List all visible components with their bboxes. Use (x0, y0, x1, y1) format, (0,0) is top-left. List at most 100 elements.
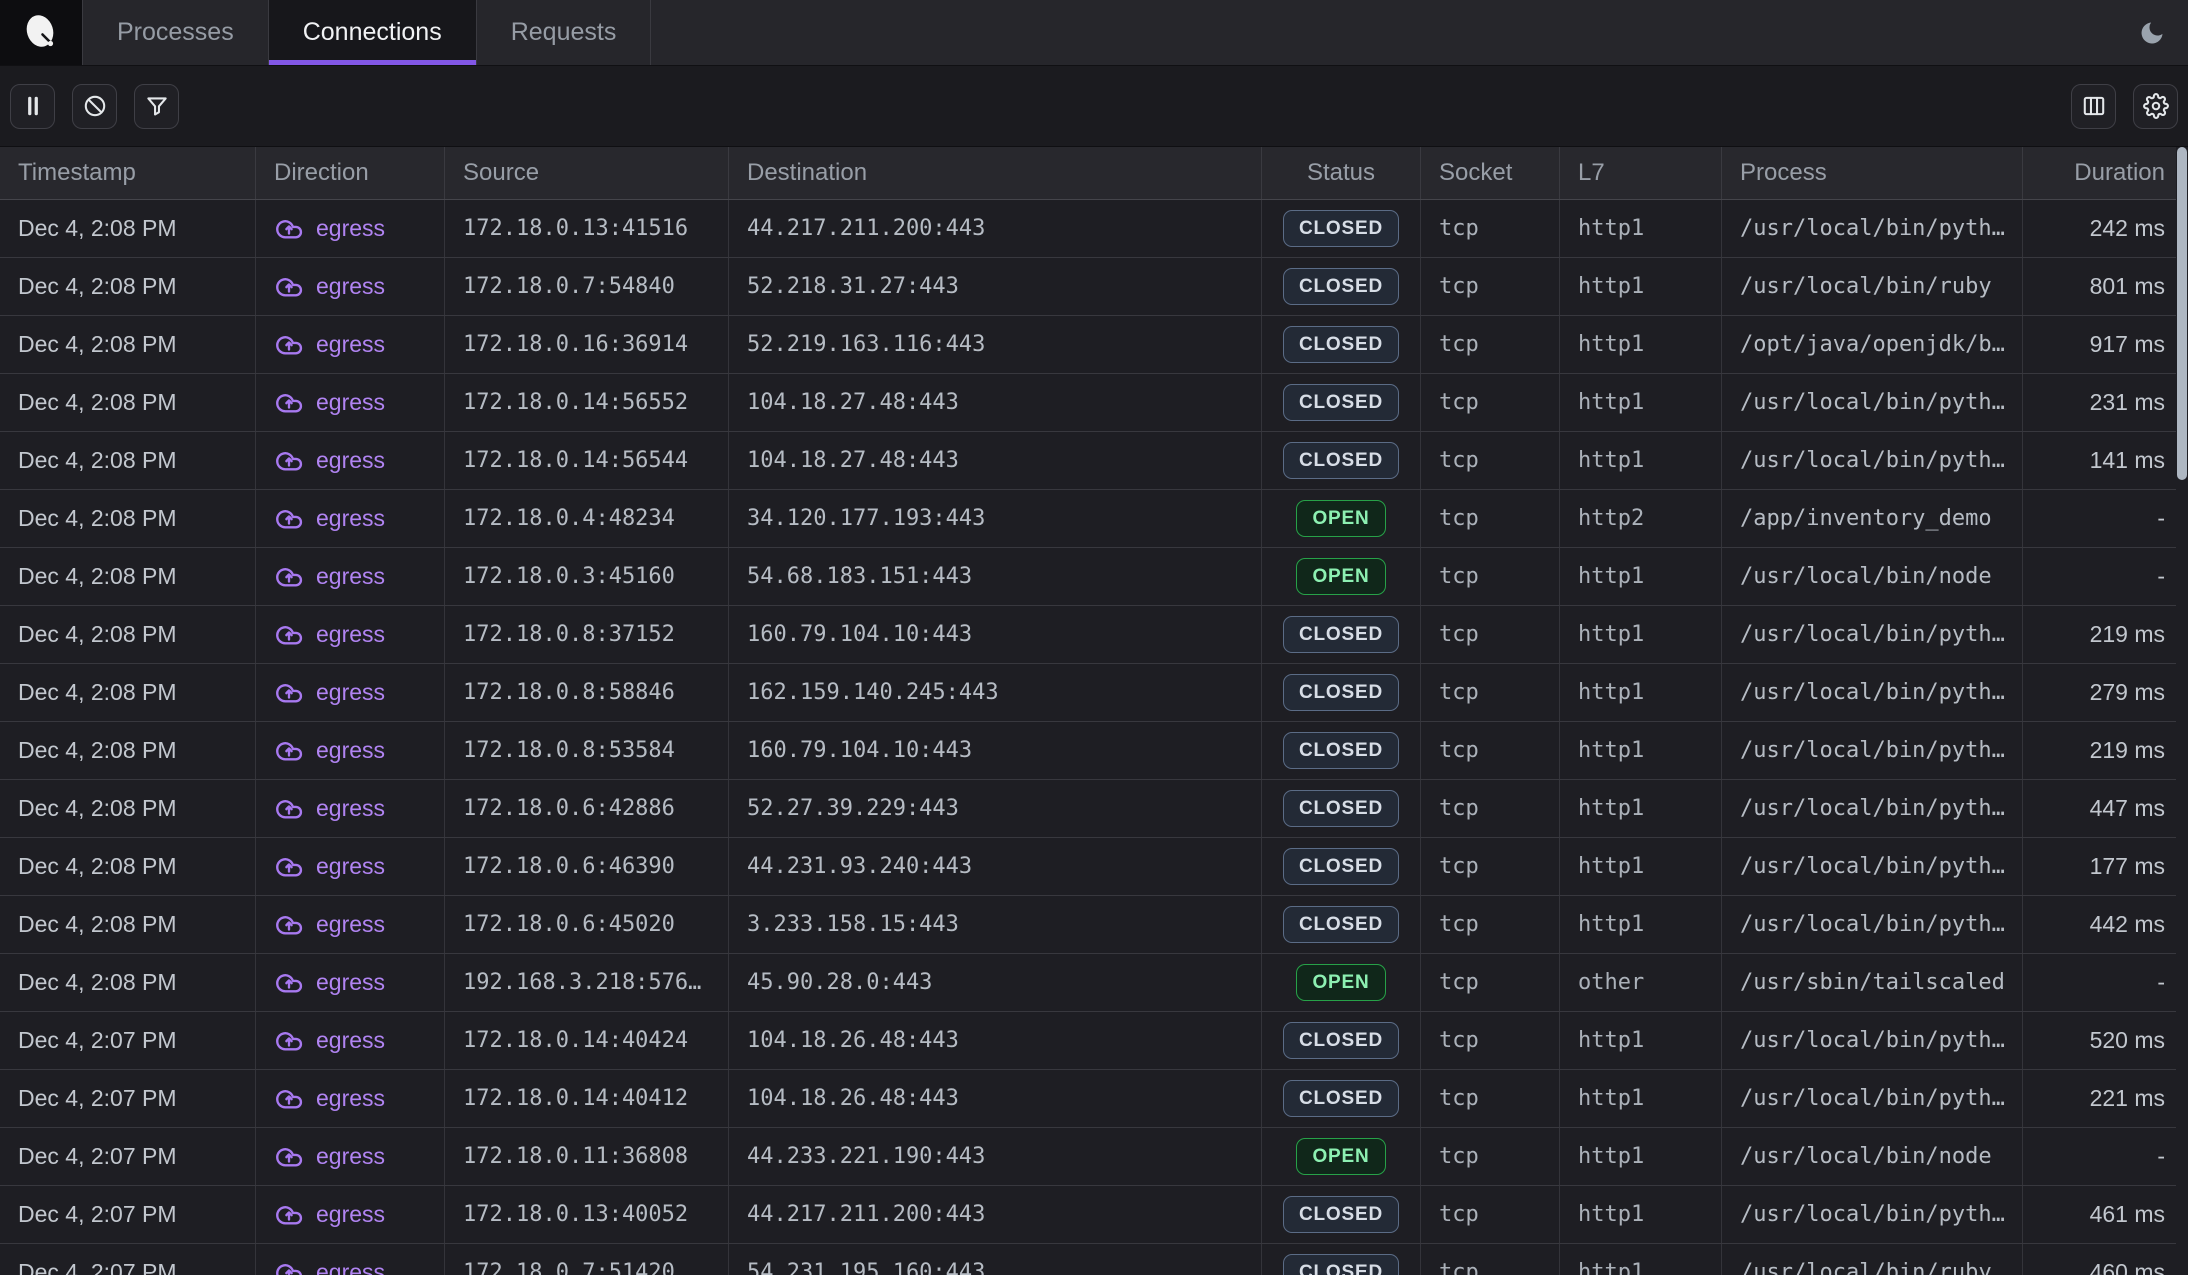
table-row[interactable]: Dec 4, 2:08 PMegress172.18.0.6:4639044.2… (0, 838, 2188, 896)
egress-icon (274, 968, 304, 998)
table-row[interactable]: Dec 4, 2:08 PMegress172.18.0.14:56552104… (0, 374, 2188, 432)
cell-process: /usr/local/bin/pyth… (1722, 664, 2023, 721)
status-badge: OPEN (1296, 1138, 1385, 1175)
cell-process: /opt/java/openjdk/b… (1722, 316, 2023, 373)
cell-destination: 44.217.211.200:443 (729, 200, 1262, 257)
cell-l7: http1 (1560, 722, 1722, 779)
cell-process: /usr/local/bin/node (1722, 548, 2023, 605)
cell-l7: http1 (1560, 1070, 1722, 1127)
direction-label: egress (316, 1027, 385, 1054)
cell-direction: egress (256, 374, 445, 431)
status-badge: CLOSED (1283, 384, 1399, 421)
cell-duration: - (2023, 1128, 2188, 1185)
table-row[interactable]: Dec 4, 2:07 PMegress172.18.0.11:3680844.… (0, 1128, 2188, 1186)
cell-socket: tcp (1421, 1186, 1560, 1243)
table-row[interactable]: Dec 4, 2:08 PMegress172.18.0.16:3691452.… (0, 316, 2188, 374)
cell-source: 172.18.0.14:56552 (445, 374, 729, 431)
cell-destination: 44.231.93.240:443 (729, 838, 1262, 895)
clear-button[interactable] (72, 84, 117, 129)
cell-status: CLOSED (1262, 200, 1421, 257)
egress-icon (274, 910, 304, 940)
cell-socket: tcp (1421, 316, 1560, 373)
table-row[interactable]: Dec 4, 2:07 PMegress172.18.0.13:4005244.… (0, 1186, 2188, 1244)
settings-button[interactable] (2133, 84, 2178, 129)
egress-icon (274, 794, 304, 824)
cell-direction: egress (256, 954, 445, 1011)
cell-l7: http1 (1560, 838, 1722, 895)
cell-duration: 917 ms (2023, 316, 2188, 373)
scrollbar-thumb[interactable] (2177, 147, 2187, 480)
direction-label: egress (316, 505, 385, 532)
cell-source: 172.18.0.16:36914 (445, 316, 729, 373)
pause-button[interactable] (10, 84, 55, 129)
column-header-timestamp[interactable]: Timestamp (0, 147, 256, 199)
tab-label: Connections (303, 18, 442, 47)
columns-icon (2081, 93, 2107, 119)
direction-label: egress (316, 679, 385, 706)
app-logo[interactable] (0, 0, 83, 65)
cell-source: 172.18.0.14:40412 (445, 1070, 729, 1127)
table-row[interactable]: Dec 4, 2:08 PMegress172.18.0.7:5484052.2… (0, 258, 2188, 316)
cell-destination: 104.18.27.48:443 (729, 374, 1262, 431)
column-header-l7[interactable]: L7 (1560, 147, 1722, 199)
table-row[interactable]: Dec 4, 2:08 PMegress172.18.0.4:4823434.1… (0, 490, 2188, 548)
tab-bar-tabs: Processes Connections Requests (83, 0, 651, 65)
cell-l7: http1 (1560, 606, 1722, 663)
table-row[interactable]: Dec 4, 2:08 PMegress172.18.0.3:4516054.6… (0, 548, 2188, 606)
table-row[interactable]: Dec 4, 2:08 PMegress172.18.0.14:56544104… (0, 432, 2188, 490)
tab-label: Processes (117, 18, 234, 47)
column-header-duration[interactable]: Duration (2023, 147, 2188, 199)
columns-button[interactable] (2071, 84, 2116, 129)
table-row[interactable]: Dec 4, 2:08 PMegress172.18.0.8:37152160.… (0, 606, 2188, 664)
cell-process: /usr/local/bin/pyth… (1722, 722, 2023, 779)
cell-status: CLOSED (1262, 316, 1421, 373)
status-badge: CLOSED (1283, 210, 1399, 247)
tab-processes[interactable]: Processes (83, 0, 269, 65)
tab-connections[interactable]: Connections (269, 0, 477, 65)
theme-toggle[interactable] (2138, 0, 2188, 65)
table-row[interactable]: Dec 4, 2:08 PMegress192.168.3.218:576…45… (0, 954, 2188, 1012)
cell-status: CLOSED (1262, 1070, 1421, 1127)
table-row[interactable]: Dec 4, 2:07 PMegress172.18.0.14:40412104… (0, 1070, 2188, 1128)
cell-timestamp: Dec 4, 2:08 PM (0, 316, 256, 373)
cell-destination: 54.231.195.160:443 (729, 1244, 1262, 1275)
cell-duration: 231 ms (2023, 374, 2188, 431)
column-header-socket[interactable]: Socket (1421, 147, 1560, 199)
tab-requests[interactable]: Requests (477, 0, 652, 65)
egress-icon (274, 852, 304, 882)
cell-timestamp: Dec 4, 2:07 PM (0, 1128, 256, 1185)
cell-timestamp: Dec 4, 2:08 PM (0, 490, 256, 547)
column-header-source[interactable]: Source (445, 147, 729, 199)
cell-direction: egress (256, 432, 445, 489)
cell-socket: tcp (1421, 374, 1560, 431)
table-row[interactable]: Dec 4, 2:08 PMegress172.18.0.8:58846162.… (0, 664, 2188, 722)
table-row[interactable]: Dec 4, 2:08 PMegress172.18.0.13:4151644.… (0, 200, 2188, 258)
table-row[interactable]: Dec 4, 2:07 PMegress172.18.0.7:5142054.2… (0, 1244, 2188, 1275)
filter-button[interactable] (134, 84, 179, 129)
cell-duration: 141 ms (2023, 432, 2188, 489)
cell-timestamp: Dec 4, 2:08 PM (0, 780, 256, 837)
egress-icon (274, 562, 304, 592)
cell-timestamp: Dec 4, 2:07 PM (0, 1012, 256, 1069)
cell-source: 192.168.3.218:576… (445, 954, 729, 1011)
table-row[interactable]: Dec 4, 2:08 PMegress172.18.0.6:4288652.2… (0, 780, 2188, 838)
cell-l7: http1 (1560, 664, 1722, 721)
cell-socket: tcp (1421, 664, 1560, 721)
cell-source: 172.18.0.7:51420 (445, 1244, 729, 1275)
column-header-process[interactable]: Process (1722, 147, 2023, 199)
cell-source: 172.18.0.3:45160 (445, 548, 729, 605)
column-header-destination[interactable]: Destination (729, 147, 1262, 199)
cell-destination: 104.18.26.48:443 (729, 1070, 1262, 1127)
cell-process: /usr/local/bin/pyth… (1722, 374, 2023, 431)
table-row[interactable]: Dec 4, 2:08 PMegress172.18.0.6:450203.23… (0, 896, 2188, 954)
cell-process: /usr/local/bin/ruby (1722, 1244, 2023, 1275)
table-row[interactable]: Dec 4, 2:07 PMegress172.18.0.14:40424104… (0, 1012, 2188, 1070)
column-header-direction[interactable]: Direction (256, 147, 445, 199)
column-header-status[interactable]: Status (1262, 147, 1421, 199)
cell-socket: tcp (1421, 1128, 1560, 1185)
status-badge: OPEN (1296, 500, 1385, 537)
table-row[interactable]: Dec 4, 2:08 PMegress172.18.0.8:53584160.… (0, 722, 2188, 780)
scrollbar-track[interactable] (2176, 147, 2188, 1275)
cell-destination: 104.18.26.48:443 (729, 1012, 1262, 1069)
cell-socket: tcp (1421, 1070, 1560, 1127)
